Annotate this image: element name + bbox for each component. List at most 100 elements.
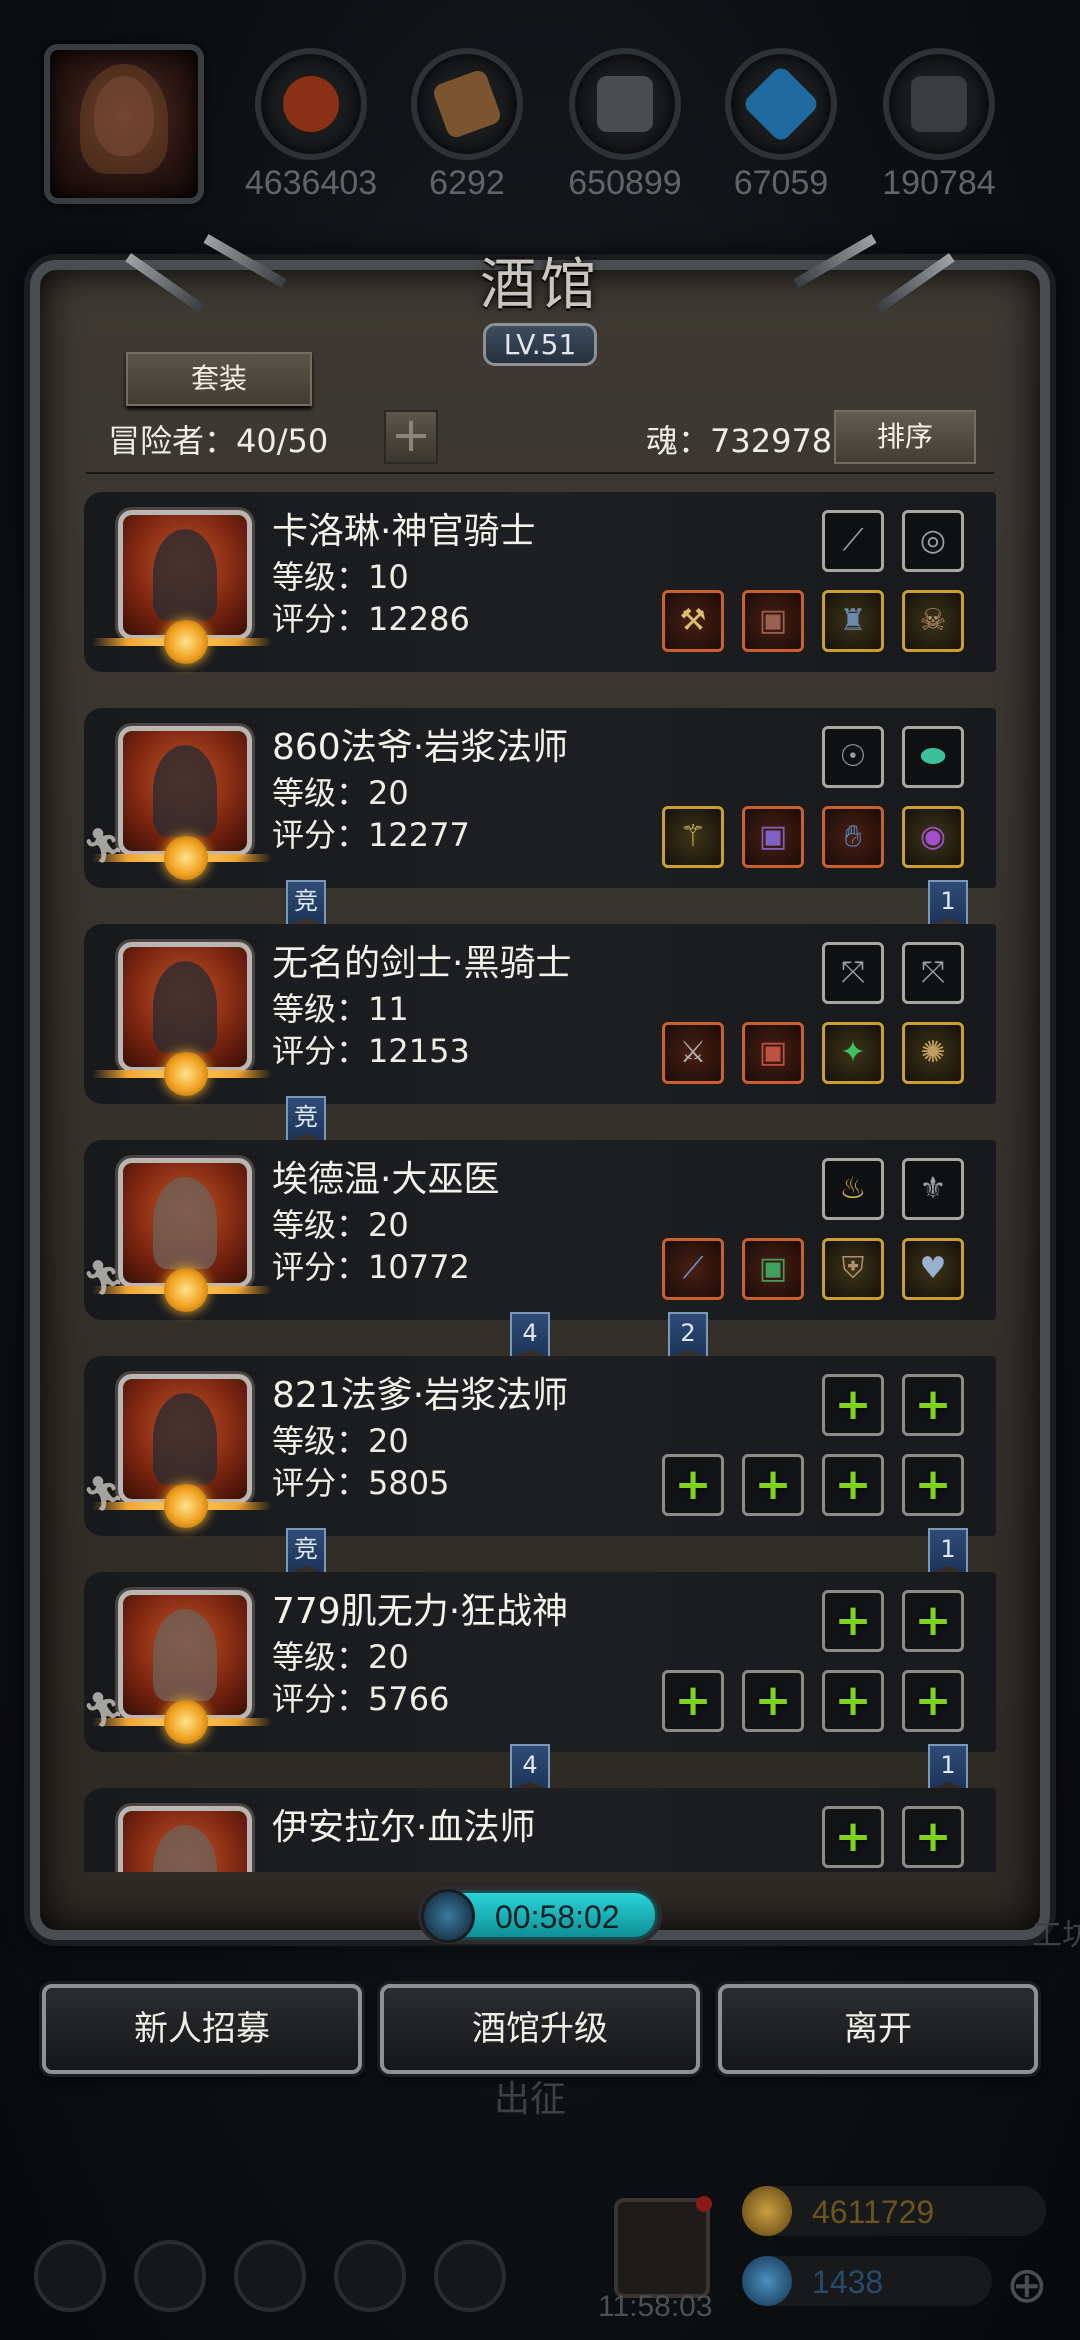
empty-slot[interactable]: + (902, 1670, 964, 1732)
empty-slot[interactable]: + (662, 1454, 724, 1516)
hero-row[interactable]: 🏃︎ 779肌无力·狂战神 等级：20 评分：5766 + + + + + + (84, 1572, 996, 1752)
equipment-slot[interactable]: ▣ (742, 590, 804, 652)
equipment-slot[interactable]: ☠ (902, 590, 964, 652)
resource-meat[interactable]: 4636403 (236, 48, 386, 203)
upgrade-tavern-button[interactable]: 酒馆升级 (380, 1984, 700, 2074)
equipment-slot[interactable]: ✦ (822, 1022, 884, 1084)
equipment-slot[interactable]: ⚔ (662, 1022, 724, 1084)
add-currency-icon[interactable]: ⊕ (1006, 2256, 1048, 2314)
equipment-slot[interactable]: ⛨ (822, 1238, 884, 1300)
weapon-slot[interactable]: ♨ (822, 1158, 884, 1220)
armor-icon: ▣ (758, 1251, 788, 1286)
accessory-slot[interactable]: ⬬ (902, 726, 964, 788)
wood-icon (411, 48, 523, 160)
gem-bar[interactable]: 1438 (742, 2256, 992, 2306)
sort-button[interactable]: 排序 (834, 410, 976, 464)
soul-count: 魂：732978 (646, 422, 833, 460)
accessory-slot[interactable]: ◎ (902, 510, 964, 572)
empty-slot[interactable]: + (902, 1374, 964, 1436)
hero-row[interactable]: 卡洛琳·神官骑士 等级：10 评分：12286 ⟋ ◎ ⚒ ▣ ♜ ☠ (84, 492, 996, 672)
settings-icon[interactable] (34, 2240, 106, 2312)
equipment-slot[interactable]: ◉ (902, 806, 964, 868)
equipment-slot[interactable]: ⚒ (662, 590, 724, 652)
expedition-label: 出征 (494, 2079, 567, 2120)
hero-list[interactable]: 卡洛琳·神官骑士 等级：10 评分：12286 ⟋ ◎ ⚒ ▣ ♜ ☠ 🏃︎ 8… (84, 486, 996, 1872)
shield-icon: ⛨ (841, 1251, 865, 1286)
gold-bar[interactable]: 4611729 (742, 2186, 1046, 2236)
hero-row[interactable]: 伊安拉尔·血法师 + + (84, 1788, 996, 1872)
hero-level: 等级：11 (272, 990, 409, 1028)
empty-slot[interactable]: + (662, 1670, 724, 1732)
accessory-slot[interactable]: ⚜ (902, 1158, 964, 1220)
equipment-slot[interactable]: ✺ (902, 1022, 964, 1084)
weapon-slot[interactable]: ☉ (822, 726, 884, 788)
equipment-slot[interactable]: ▣ (742, 1022, 804, 1084)
add-adventurer-slot-button[interactable]: + (384, 410, 438, 464)
count-tag: 4 (510, 1312, 550, 1358)
resource-value: 67059 (733, 164, 829, 202)
tavern-level-badge: LV.51 (482, 323, 598, 366)
equipment-slot[interactable]: ⚚ (662, 806, 724, 868)
empty-slot[interactable]: + (822, 1454, 884, 1516)
recruit-button[interactable]: 新人招募 (42, 1984, 362, 2074)
guild-icon[interactable] (234, 2240, 306, 2312)
hero-row[interactable]: 无名的剑士·黑骑士 等级：11 评分：12153 ⤧ ⤧ ⚔ ▣ ✦ ✺ (84, 924, 996, 1104)
empty-slot[interactable]: + (902, 1806, 964, 1868)
arena-tag: 竞 (286, 880, 326, 926)
empty-slot[interactable]: + (902, 1454, 964, 1516)
resource-crystal[interactable]: 67059 (706, 48, 856, 203)
equipment-slot[interactable]: ▣ (742, 1238, 804, 1300)
equipment-slot[interactable]: ⟋ (662, 1238, 724, 1300)
empty-slot[interactable]: + (902, 1590, 964, 1652)
weapon-slot[interactable]: ⤧ (822, 942, 884, 1004)
rank-emblem-icon (164, 1484, 208, 1528)
hero-row[interactable]: 🏃︎ 860法爷·岩浆法师 等级：20 评分：12277 ☉ ⬬ ⚚ ▣ ✋︎ … (84, 708, 996, 888)
boots-icon: ♜ (839, 603, 867, 638)
iron-ore-icon (569, 48, 681, 160)
hero-figure (153, 1177, 217, 1269)
leave-button[interactable]: 离开 (718, 1984, 1038, 2074)
equipment-slot[interactable]: ✋︎ (822, 806, 884, 868)
hero-row[interactable]: 🏃︎ 埃德温·大巫医 等级：20 评分：10772 ♨ ⚜ ⟋ ▣ ⛨ ♥ (84, 1140, 996, 1320)
runner-icon: 🏃︎ (84, 1258, 126, 1298)
adventurer-count: 冒险者：40/50 (108, 422, 329, 460)
mail-icon[interactable] (334, 2240, 406, 2312)
add-icon: + (834, 1459, 872, 1510)
mask-icon: ☠ (919, 603, 947, 638)
lantern-icon: ♨ (839, 1171, 867, 1206)
armor-icon: ▣ (758, 1035, 788, 1070)
sword-icon: ⚔ (679, 1035, 707, 1070)
rank-emblem-icon (164, 1052, 208, 1096)
equipment-slot[interactable]: ♜ (822, 590, 884, 652)
hero-row[interactable]: 🏃︎ 821法爹·岩浆法师 等级：20 评分：5805 + + + + + + (84, 1356, 996, 1536)
handshake-icon[interactable] (434, 2240, 506, 2312)
crystal-icon (725, 48, 837, 160)
resource-value: 6292 (429, 164, 505, 202)
resource-iron[interactable]: 650899 (550, 48, 700, 203)
resource-metal[interactable]: 190784 (864, 48, 1014, 203)
empty-slot[interactable]: + (822, 1374, 884, 1436)
accessory-slot[interactable]: ⤧ (902, 942, 964, 1004)
achievement-icon[interactable] (134, 2240, 206, 2312)
hero-name: 779肌无力·狂战神 (272, 1591, 569, 1632)
empty-slot[interactable]: + (822, 1670, 884, 1732)
suit-button[interactable]: 套装 (126, 352, 312, 406)
empty-slot[interactable]: + (822, 1806, 884, 1868)
resource-wood[interactable]: 6292 (392, 48, 542, 203)
equipment-slot[interactable]: ♥ (902, 1238, 964, 1300)
empty-slot[interactable]: + (822, 1590, 884, 1652)
bow-icon: ⟋ (842, 523, 864, 558)
hero-name: 伊安拉尔·血法师 (272, 1807, 536, 1848)
add-icon: + (674, 1459, 712, 1510)
player-portrait[interactable] (44, 44, 204, 204)
gift-icon[interactable] (614, 2196, 712, 2298)
hero-name: 卡洛琳·神官骑士 (272, 511, 536, 552)
add-icon: + (754, 1459, 792, 1510)
empty-slot[interactable]: + (742, 1454, 804, 1516)
emblem-icon: ⚜ (919, 1171, 947, 1206)
empty-slot[interactable]: + (742, 1670, 804, 1732)
equipment-slot[interactable]: ▣ (742, 806, 804, 868)
add-icon: + (914, 1595, 952, 1646)
weapon-slot[interactable]: ⟋ (822, 510, 884, 572)
gauntlet-icon: ✋︎ (844, 819, 862, 854)
